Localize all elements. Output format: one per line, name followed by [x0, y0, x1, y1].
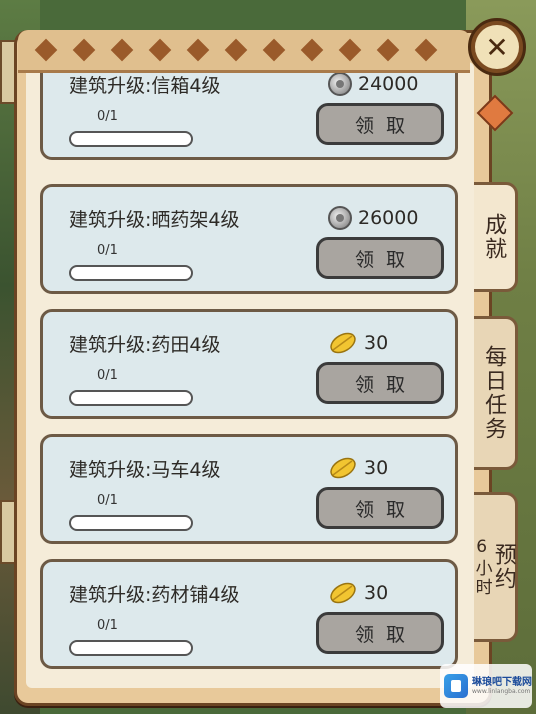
reward-amount: 30: [364, 582, 389, 604]
ornament-diamond: [300, 38, 324, 62]
tab-booking-duration: 6小时: [471, 537, 492, 597]
claim-button[interactable]: 领取: [316, 362, 444, 404]
ornament-diamond: [262, 38, 286, 62]
watermark-logo-icon: [444, 674, 468, 698]
task-reward: 30: [328, 455, 388, 481]
progress-text: 0/1: [97, 368, 118, 383]
watermark: 琳琅吧下载网 www.linlangba.com: [440, 664, 532, 708]
ornament-diamond: [110, 38, 134, 62]
task-title: 建筑升级:晒药架4级: [69, 209, 240, 231]
ornament-diamond: [34, 38, 58, 62]
task-reward: 26000: [328, 205, 418, 231]
tab-achievements[interactable]: 成就: [472, 182, 518, 292]
progress-text: 0/1: [97, 618, 118, 633]
claim-button[interactable]: 领取: [316, 487, 444, 529]
watermark-text: 琳琅吧下载网: [472, 677, 532, 688]
tab-booking[interactable]: 预约 6小时: [472, 492, 518, 642]
progress-bar: [69, 515, 193, 531]
progress-text: 0/1: [97, 109, 118, 124]
claim-button[interactable]: 领取: [316, 103, 444, 145]
tab-daily-tasks-label: 每日任务: [481, 345, 507, 441]
gold-leaf-icon: [330, 457, 356, 479]
task-reward: 30: [328, 580, 388, 606]
gold-leaf-icon: [330, 582, 356, 604]
ornament-diamond: [414, 38, 438, 62]
task-list[interactable]: 建筑升级:信箱4级 24000 0/1 领取 建筑升级:晒药架4级 26000 0/1 领取建…: [26, 62, 474, 688]
claim-button[interactable]: 领取: [316, 612, 444, 654]
progress-bar: [69, 131, 193, 147]
tab-daily-tasks[interactable]: 每日任务: [472, 316, 518, 470]
progress-bar: [69, 640, 193, 656]
ornament-diamond: [186, 38, 210, 62]
panel-header-decoration: [18, 30, 470, 73]
task-reward: 30: [328, 330, 388, 356]
tab-achievements-label: 成就: [481, 213, 507, 261]
ornament-diamond: [224, 38, 248, 62]
reward-amount: 30: [364, 457, 389, 479]
close-button[interactable]: ✕: [468, 18, 526, 76]
task-card: 建筑升级:马车4级 30 0/1 领取: [40, 434, 458, 544]
ornament-diamond: [72, 38, 96, 62]
reward-amount: 30: [364, 332, 389, 354]
progress-bar: [69, 265, 193, 281]
reward-amount: 24000: [358, 73, 419, 95]
silver-coin-icon: [328, 206, 352, 230]
silver-coin-icon: [328, 72, 352, 96]
ornament-diamond: [338, 38, 362, 62]
gold-leaf-icon: [330, 332, 356, 354]
reward-amount: 26000: [358, 207, 419, 229]
task-card: 建筑升级:信箱4级 24000 0/1 领取: [40, 62, 458, 160]
close-icon: ✕: [475, 25, 519, 69]
task-title: 建筑升级:药材铺4级: [69, 584, 240, 606]
ornament-diamond: [148, 38, 172, 62]
task-title: 建筑升级:信箱4级: [69, 75, 221, 97]
progress-bar: [69, 390, 193, 406]
task-card: 建筑升级:晒药架4级 26000 0/1 领取: [40, 184, 458, 294]
ornament-diamond: [376, 38, 400, 62]
task-title: 建筑升级:马车4级: [69, 459, 221, 481]
task-title: 建筑升级:药田4级: [69, 334, 221, 356]
claim-button[interactable]: 领取: [316, 237, 444, 279]
progress-text: 0/1: [97, 493, 118, 508]
watermark-subtext: www.linlangba.com: [472, 688, 531, 695]
task-reward: 24000: [328, 71, 418, 97]
task-card: 建筑升级:药田4级 30 0/1 领取: [40, 309, 458, 419]
progress-text: 0/1: [97, 243, 118, 258]
tab-booking-label: 预约: [490, 543, 516, 591]
task-card: 建筑升级:药材铺4级 30 0/1 领取: [40, 559, 458, 669]
